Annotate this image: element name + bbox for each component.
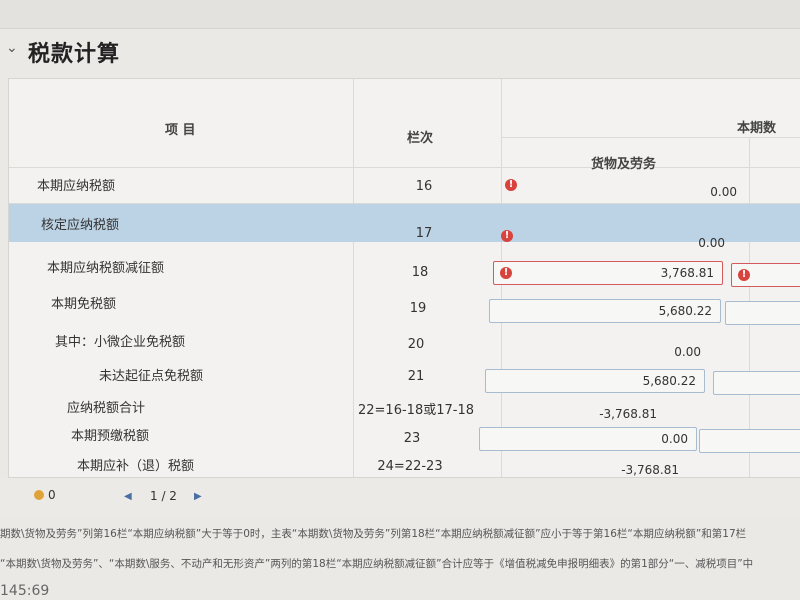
- chevron-left-icon[interactable]: ◀: [124, 491, 132, 502]
- row-label: 本期应纳税额: [37, 179, 116, 194]
- table-row: 本期应纳税额 16 ! 0.00: [9, 167, 800, 203]
- error-icon[interactable]: !: [738, 269, 750, 281]
- exempt-amount-input-services[interactable]: [725, 301, 800, 325]
- reduction-amount-input[interactable]: ! 3,768.81: [493, 261, 723, 285]
- reduction-amount-input-services[interactable]: !: [731, 263, 800, 287]
- error-icon[interactable]: !: [500, 267, 512, 279]
- coin-icon: [34, 490, 44, 500]
- divider: [501, 137, 800, 138]
- row-column: 16: [415, 179, 433, 194]
- table-row: 未达起征点免税额 21 5,680.22: [9, 361, 800, 401]
- prepaid-tax-input[interactable]: 0.00: [479, 427, 697, 451]
- row-value: 0.00: [710, 185, 737, 199]
- section-header[interactable]: ⌄ 税款计算: [0, 28, 800, 76]
- prepaid-tax-input-services[interactable]: [699, 429, 800, 453]
- header-current-period: 本期数: [737, 121, 777, 136]
- threshold-exempt-input-services[interactable]: [713, 371, 800, 395]
- table-footer: [0, 478, 800, 518]
- input-value: 5,680.22: [642, 374, 696, 388]
- table-row: 其中：小微企业免税额 20 0.00: [9, 327, 800, 363]
- bottom-time: 145:69: [0, 583, 50, 599]
- row-column: 17: [415, 226, 433, 241]
- row-column: 22=16-18或17-18: [358, 403, 474, 418]
- table-row: 应纳税额合计 22=16-18或17-18 -3,768.81: [9, 397, 800, 427]
- row-value: -3,768.81: [621, 463, 679, 477]
- chevron-down-icon[interactable]: ⌄: [6, 40, 18, 56]
- row-column: 23: [403, 431, 421, 446]
- row-label: 本期免税额: [51, 297, 117, 312]
- input-value: 5,680.22: [658, 304, 712, 318]
- section-title: 税款计算: [28, 42, 121, 67]
- table-row: 本期应纳税额减征额 18 ! 3,768.81 !: [9, 243, 800, 287]
- row-column: 18: [411, 265, 429, 280]
- input-value: 0.00: [661, 432, 688, 446]
- row-column: 19: [409, 301, 427, 316]
- row-value: -3,768.81: [599, 407, 657, 421]
- table-row: 本期预缴税额 23 0.00: [9, 425, 800, 453]
- row-value: 0.00: [674, 345, 701, 359]
- row-label: 应纳税额合计: [67, 401, 146, 416]
- footer-count: 0: [48, 488, 56, 502]
- header-column: 栏次: [407, 131, 434, 146]
- input-value: 3,768.81: [660, 266, 714, 280]
- error-icon[interactable]: !: [501, 230, 513, 242]
- row-label: 本期应纳税额减征额: [47, 261, 165, 276]
- row-label: 其中：小微企业免税额: [55, 335, 186, 350]
- row-label: 本期预缴税额: [71, 429, 150, 444]
- table-row: 本期应补（退）税额 24=22-23 -3,768.81: [9, 453, 800, 477]
- threshold-exempt-input[interactable]: 5,680.22: [485, 369, 705, 393]
- validation-note-1: 期数\货物及劳务”列第16栏“本期应纳税额”大于等于0时，主表“本期数\货物及劳…: [0, 528, 747, 540]
- row-label: 本期应补（退）税额: [77, 459, 195, 474]
- table-row-selected[interactable]: 核定应纳税额 17 ! 0.00: [9, 204, 800, 250]
- top-strip: [0, 0, 800, 29]
- header-item: 项 目: [165, 123, 196, 138]
- tax-calculation-table: 项 目 栏次 本期数 货物及劳务 本期应纳税额 16 ! 0.00 核定应纳税额…: [8, 78, 800, 478]
- page-indicator: 1 / 2: [150, 489, 177, 503]
- validation-note-2: “本期数\货物及劳务”、“本期数\服务、不动产和无形资产”两列的第18栏“本期应…: [0, 558, 754, 570]
- row-column: 20: [407, 337, 425, 352]
- chevron-right-icon[interactable]: ▶: [194, 491, 202, 502]
- error-icon[interactable]: !: [505, 179, 517, 191]
- table-row: 本期免税额 19 5,680.22: [9, 287, 800, 327]
- exempt-amount-input[interactable]: 5,680.22: [489, 299, 721, 323]
- row-label: 核定应纳税额: [41, 218, 120, 233]
- row-column: 21: [407, 369, 425, 384]
- row-column: 24=22-23: [377, 459, 443, 474]
- row-label: 未达起征点免税额: [99, 369, 204, 384]
